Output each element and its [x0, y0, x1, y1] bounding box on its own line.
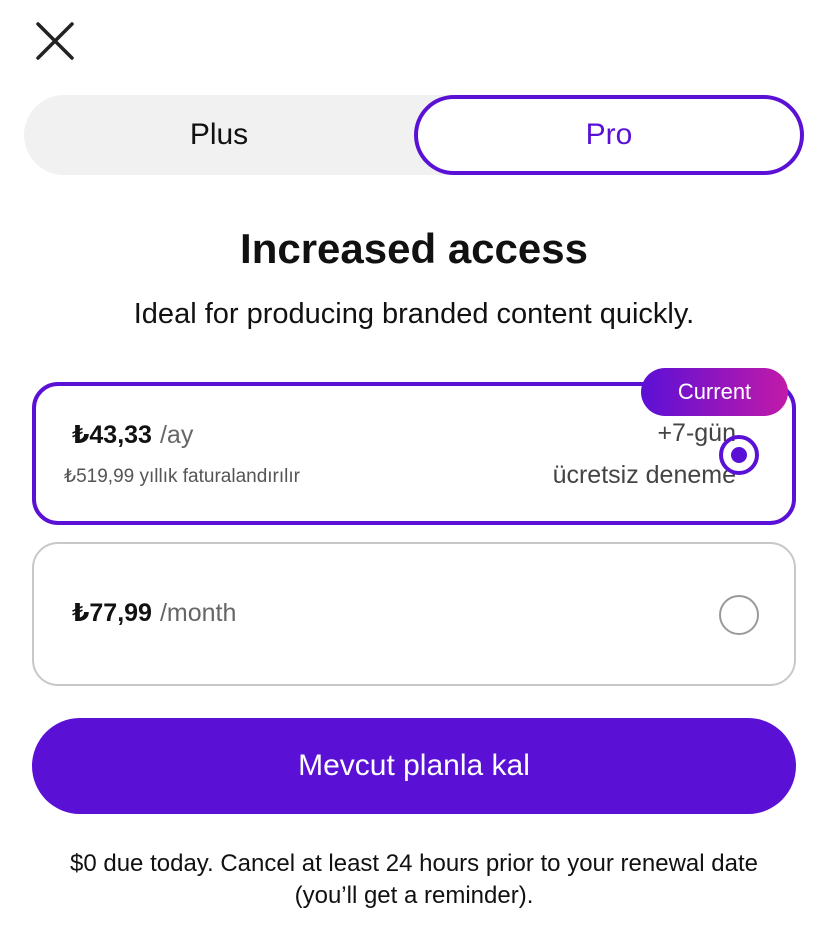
plan-annual-radio[interactable] [719, 435, 759, 475]
current-plan-badge: Current [641, 368, 788, 416]
tab-pro[interactable]: Pro [414, 95, 804, 175]
close-button[interactable] [30, 16, 80, 66]
plan-annual-price: ₺43,33 [72, 421, 152, 449]
plan-annual-price-line: ₺43,33 /ay [72, 420, 193, 450]
footer-disclaimer: $0 due today. Cancel at least 24 hours p… [70, 850, 758, 909]
plan-annual-billed-text: ₺519,99 yıllık faturalandırılır [64, 466, 300, 487]
plan-monthly-period: /month [159, 599, 237, 627]
plan-monthly-price: ₺77,99 [72, 599, 152, 627]
plan-tier-tabs: Plus Pro [24, 95, 804, 175]
page-title: Increased access [240, 225, 588, 272]
close-icon [36, 22, 74, 60]
plan-annual-period: /ay [159, 421, 194, 449]
plan-monthly-radio[interactable] [719, 595, 759, 635]
radio-selected-dot [731, 447, 747, 463]
stay-on-current-plan-button[interactable]: Mevcut planla kal [32, 718, 796, 814]
page-subtitle: Ideal for producing branded content quic… [133, 298, 695, 330]
plan-annual-trial-label: ücretsiz deneme [552, 461, 736, 489]
plan-monthly-price-line: ₺77,99 /month [72, 598, 236, 628]
tab-plus[interactable]: Plus [24, 95, 414, 175]
